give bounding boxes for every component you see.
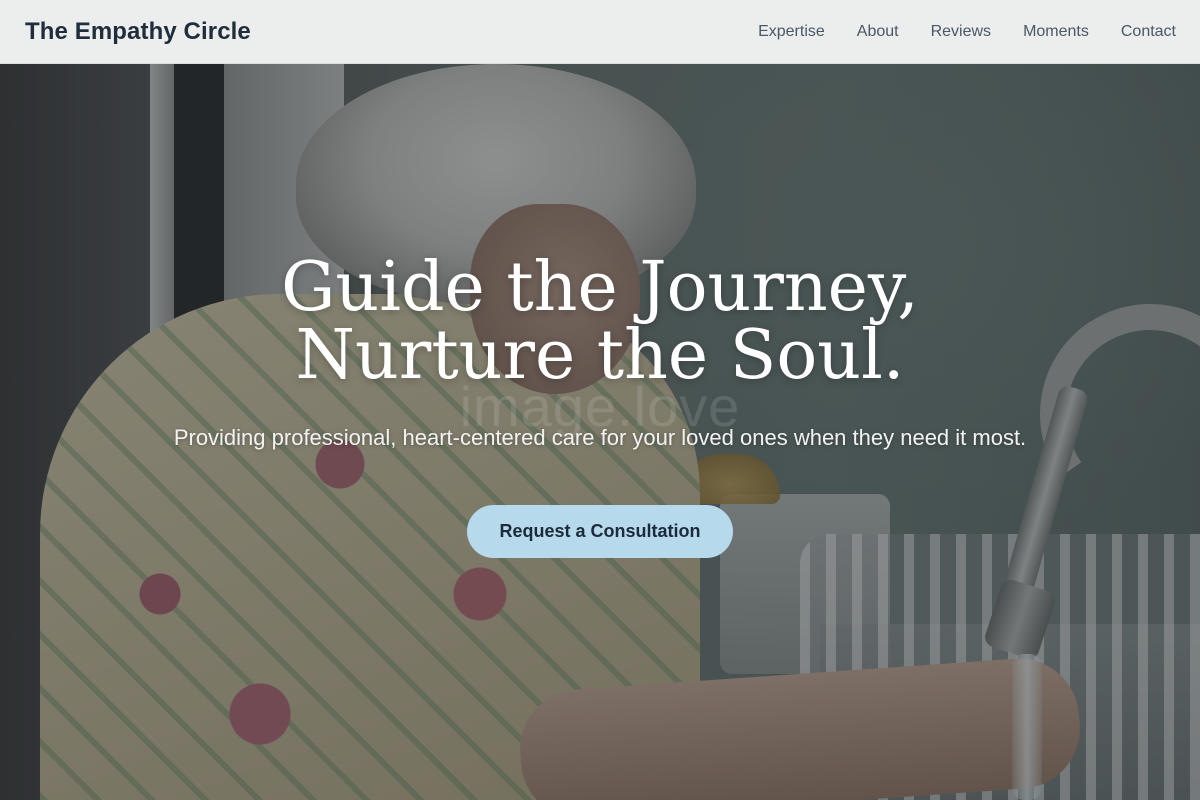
brand-logo-text[interactable]: The Empathy Circle [25, 18, 251, 46]
nav-link-reviews[interactable]: Reviews [931, 23, 991, 41]
nav-link-expertise[interactable]: Expertise [758, 23, 825, 41]
hero-content: Guide the Journey, Nurture the Soul. Pro… [0, 64, 1200, 800]
nav-link-moments[interactable]: Moments [1023, 23, 1089, 41]
site-header: The Empathy Circle Expertise About Revie… [0, 0, 1200, 64]
nav-link-contact[interactable]: Contact [1121, 23, 1176, 41]
nav-link-about[interactable]: About [857, 23, 899, 41]
hero-subtitle: Providing professional, heart-centered c… [173, 425, 1027, 450]
hero-headline: Guide the Journey, Nurture the Soul. [100, 254, 1100, 390]
hero-headline-line-1: Guide the Journey, [281, 248, 919, 327]
request-consultation-button[interactable]: Request a Consultation [467, 505, 733, 558]
main-nav: Expertise About Reviews Moments Contact [726, 23, 1176, 41]
hero-headline-line-2: Nurture the Soul. [295, 316, 905, 395]
